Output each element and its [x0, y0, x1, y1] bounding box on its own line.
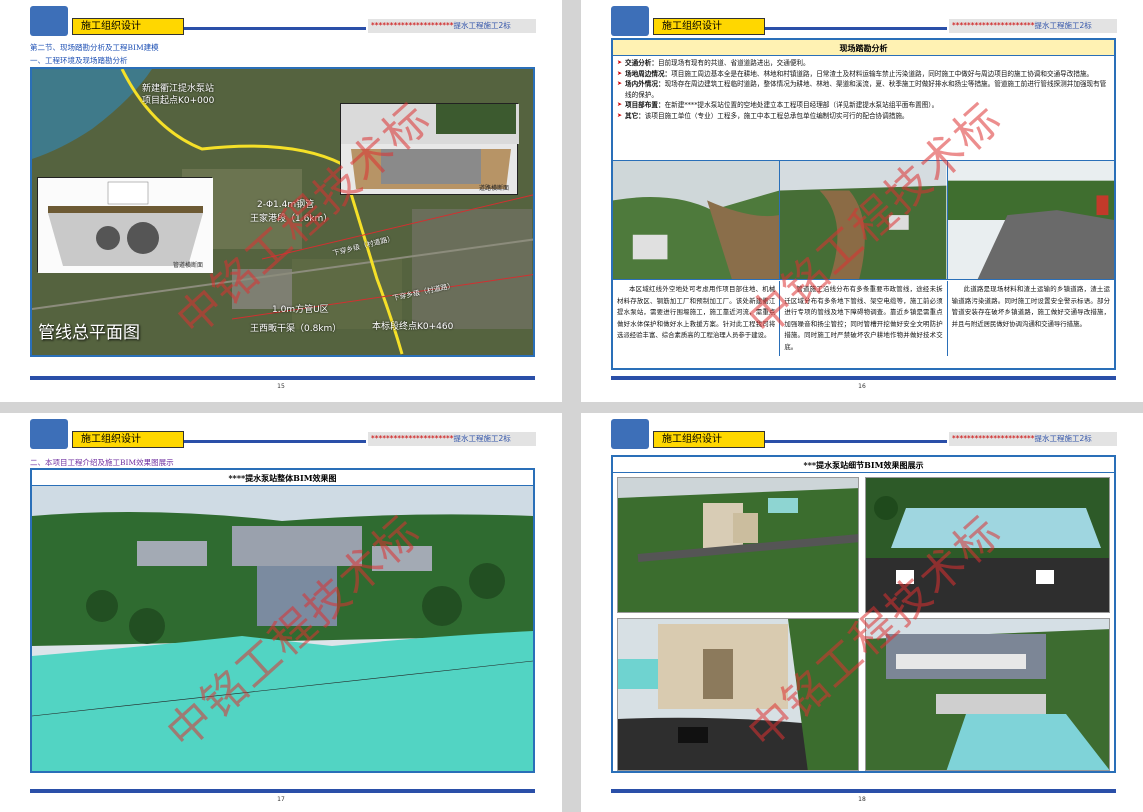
- bullet-head: 项目部布置：: [625, 101, 665, 109]
- page-number: 18: [858, 796, 866, 803]
- map-label-pipe-segment: 王家港段（1.6km）: [250, 214, 333, 224]
- photo-caption: 此道路是现场材料和渣土运输的乡镇道路，渣土运输道路污染道路。同时施工时设置安全警…: [951, 285, 1110, 328]
- footer-rule: [611, 789, 1116, 793]
- company-logo: [30, 6, 68, 36]
- map-label-end-point: 本标段终点K0+460: [372, 322, 454, 332]
- header-project-name: 提水工程施工2标: [1034, 21, 1092, 30]
- bullet-head: 场地周边情况：: [625, 69, 672, 78]
- list-item: 场内外情况：现场存在周边建筑工程临时道路，整体情况为耕地、林地、渠道和溪流，夏、…: [617, 79, 1110, 100]
- company-logo: [30, 419, 68, 449]
- bullet-text: 项目施工周边基本全是在耕地、林地和村镇道路，日常渣土及材料运输车禁止污染道路，同…: [671, 69, 1094, 78]
- header-tag: 施工组织设计: [72, 431, 184, 448]
- header-rule: [765, 440, 947, 443]
- document-page-18: 施工组织设计 **********************提水工程施工2标 **…: [581, 413, 1143, 812]
- header-project: **********************提水工程施工2标: [949, 19, 1117, 33]
- header-stars: **********************: [952, 434, 1035, 443]
- footer-rule: [611, 376, 1116, 380]
- map-label-pipe2: 1.0m方管U区: [272, 305, 329, 315]
- bullet-head: 场内外情况：: [625, 80, 665, 88]
- table-title: ***提水泵站细节BIM效果图展示: [613, 457, 1114, 473]
- bim-detail-render-1: [617, 477, 859, 613]
- header-project-name: 提水工程施工2标: [453, 21, 511, 30]
- header-stars: **********************: [371, 434, 454, 443]
- header-tag: 施工组织设计: [653, 431, 765, 448]
- pipe-cross-section-drawing: [38, 178, 213, 273]
- map-label-pipe-segment2: 王西畈干渠（0.8km）: [250, 324, 342, 334]
- header-project-name: 提水工程施工2标: [453, 434, 511, 443]
- subsection-title: 二、本项目工程介绍及施工BIM效果图展示: [30, 458, 174, 467]
- table-title: 现场踏勘分析: [613, 40, 1114, 56]
- photo-caption: 管道施工沿线分布有多条重要市政管线，途经未拆迁区域分布有多条地下管线、架空电缆等…: [780, 281, 948, 356]
- section-title: 第二节、现场踏勘分析及工程BIM建模: [30, 43, 159, 52]
- header-project: **********************提水工程施工2标: [368, 19, 536, 33]
- header-project: **********************提水工程施工2标: [368, 432, 536, 446]
- bim-overview-table: ****提水泵站整体BIM效果图: [30, 468, 535, 773]
- header-tag: 施工组织设计: [653, 18, 765, 35]
- site-photo-row: [613, 160, 1114, 280]
- photo-caption: 本区域红线外空地处可考虑用作项目部住地、机械材料存放区、钢筋加工厂和预制加工厂。…: [613, 281, 781, 356]
- bim-overview-render: [32, 486, 533, 771]
- header-tag: 施工组织设计: [72, 18, 184, 35]
- site-survey-table: 现场踏勘分析 交通分析：目前现场有现有的共道、省道道路进出，交通便利。 场地周边…: [611, 38, 1116, 370]
- bim-detail-table: ***提水泵站细节BIM效果图展示: [611, 455, 1116, 773]
- inset-left-caption: 管道横断面: [172, 262, 203, 269]
- company-logo: [611, 6, 649, 36]
- photo-caption-row: 本区域红线外空地处可考虑用作项目部住地、机械材料存放区、钢筋加工厂和预制加工厂。…: [613, 281, 1114, 356]
- road-cross-section-inset: 道路横断面: [340, 103, 519, 195]
- bullet-head: 其它：: [625, 111, 645, 120]
- header-rule: [184, 440, 366, 443]
- map-title: 管线总平面图: [38, 323, 140, 343]
- site-photo-river-bank: [613, 161, 781, 279]
- bim-detail-render-3: [617, 618, 859, 771]
- bullet-head: 交通分析：: [625, 59, 658, 67]
- bim-detail-render-2: [865, 477, 1110, 613]
- list-item: 交通分析：目前现场有现有的共道、省道道路进出，交通便利。: [617, 58, 1110, 69]
- document-page-15: 施工组织设计 **********************提水工程施工2标 第二…: [0, 0, 562, 402]
- pipe-cross-section-inset: 管道横断面: [37, 177, 213, 273]
- survey-bullet-list: 交通分析：目前现场有现有的共道、省道道路进出，交通便利。 场地周边情况：项目施工…: [613, 56, 1114, 123]
- footer-rule: [30, 789, 535, 793]
- page-number: 17: [277, 796, 285, 803]
- list-item: 其它：该项目施工单位（专业）工程多，施工中本工程总承包单位编制切实可行的配合协调…: [617, 111, 1110, 122]
- company-logo: [611, 419, 649, 449]
- site-photo-aerial: [780, 161, 948, 279]
- inset-right-caption: 道路横断面: [478, 185, 509, 192]
- footer-rule: [30, 376, 535, 380]
- page-number: 15: [277, 383, 285, 390]
- header-stars: **********************: [952, 21, 1035, 30]
- header-stars: **********************: [371, 21, 454, 30]
- bullet-text: 该项目施工单位（专业）工程多，施工中本工程总承包单位编制切实可行的配合协调措施。: [644, 111, 909, 120]
- bullet-text: 在新建****提水泵站位置的空地处建立本工程项目经理部（详见新建提水泵站组平面布…: [664, 101, 939, 109]
- subsection-title: 一、工程环境及现场踏勘分析: [30, 56, 128, 65]
- pipeline-site-map: 新建衢江提水泵站 项目起点K0+000 2-Φ1.4m钢管 王家港段（1.6km…: [30, 67, 535, 357]
- page-number: 16: [858, 383, 866, 390]
- document-page-16: 施工组织设计 **********************提水工程施工2标 现场…: [581, 0, 1143, 402]
- site-photo-road: [947, 161, 1114, 279]
- bullet-text: 目前现场有现有的共道、省道道路进出，交通便利。: [657, 59, 810, 67]
- document-page-17: 施工组织设计 **********************提水工程施工2标 二、…: [0, 413, 562, 812]
- header-rule: [184, 27, 366, 30]
- list-item: 项目部布置：在新建****提水泵站位置的空地处建立本工程项目经理部（详见新建提水…: [617, 100, 1110, 111]
- map-label-start-km: 项目起点K0+000: [142, 96, 215, 106]
- list-item: 场地周边情况：项目施工周边基本全是在耕地、林地和村镇道路，日常渣土及材料运输车禁…: [617, 69, 1110, 80]
- bullet-text: 现场存在周边建筑工程临时道路，整体情况为耕地、林地、渠道和溪流，夏、秋季施工时做…: [625, 80, 1107, 99]
- bim-detail-render-4: [865, 618, 1110, 771]
- header-project: **********************提水工程施工2标: [949, 432, 1117, 446]
- map-label-pipe: 2-Φ1.4m钢管: [257, 200, 315, 210]
- header-project-name: 提水工程施工2标: [1034, 434, 1092, 443]
- table-title: ****提水泵站整体BIM效果图: [32, 470, 533, 486]
- header-rule: [765, 27, 947, 30]
